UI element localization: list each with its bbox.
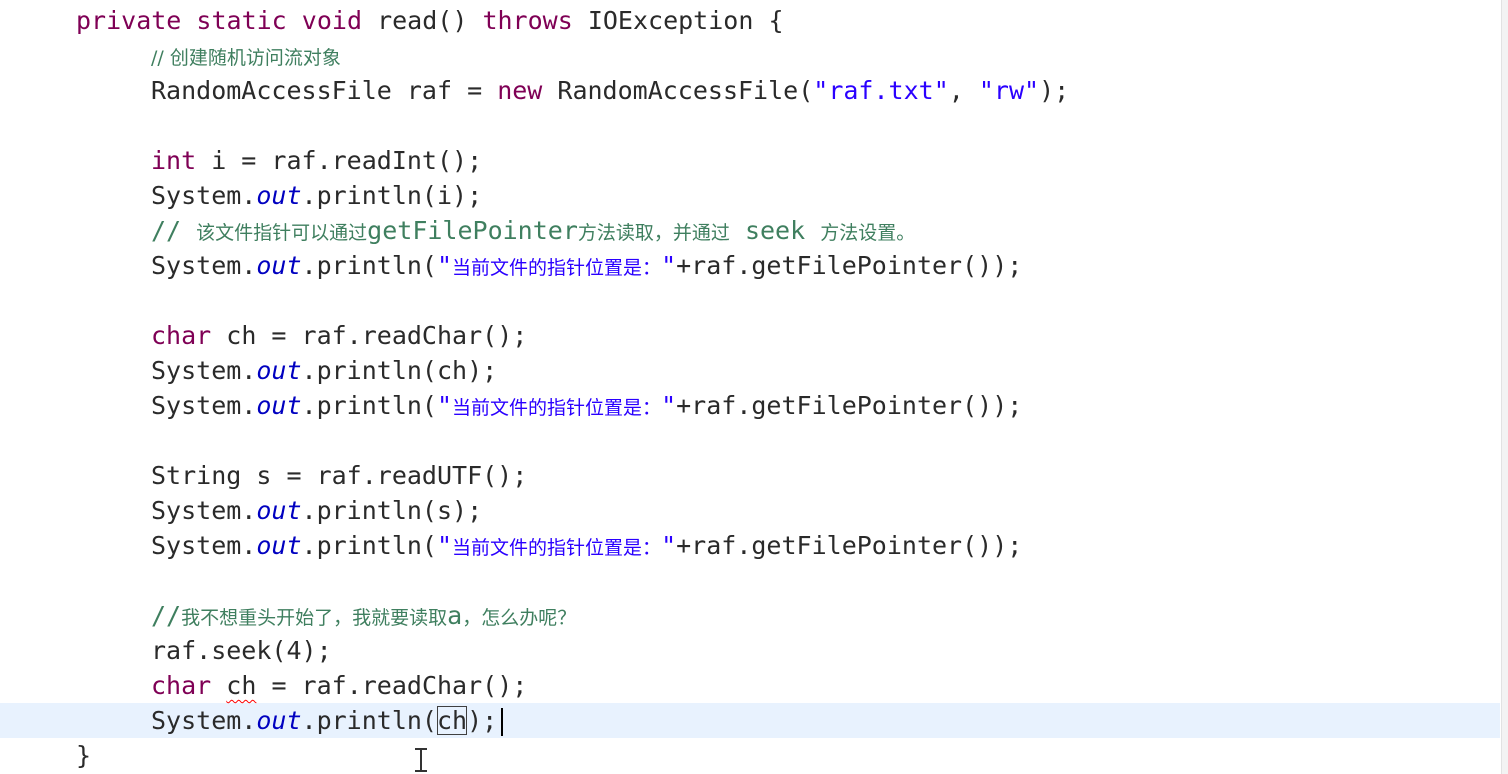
text-caret xyxy=(501,708,504,736)
code-line-println-pointer-1: System.out.println("当前文件的指针位置是："+raf.get… xyxy=(151,251,1023,280)
code-line-read-int: int i = raf.readInt(); xyxy=(151,146,483,175)
code-line-comment-create: // 创建随机访问流对象 xyxy=(151,47,341,69)
ibeam-cursor-icon xyxy=(415,748,427,772)
code-line-raf-declaration: RandomAccessFile raf = new RandomAccessF… xyxy=(151,76,1070,105)
code-line-comment-restart: //我不想重头开始了，我就要读取a，怎么办呢？ xyxy=(151,601,577,630)
error-squiggle[interactable]: ch xyxy=(226,671,256,700)
code-line-signature: private static void read() throws IOExce… xyxy=(76,6,784,35)
code-line-seek: raf.seek(4); xyxy=(151,636,332,665)
code-editor[interactable]: private static void read() throws IOExce… xyxy=(0,0,1508,774)
code-line-println-ch-current[interactable]: System.out.println(ch); xyxy=(76,703,504,738)
code-line-read-utf: String s = raf.readUTF(); xyxy=(151,461,528,490)
code-line-println-i: System.out.println(i); xyxy=(151,181,483,210)
code-line-read-char-2: char ch = raf.readChar(); xyxy=(151,671,528,700)
editor-right-border xyxy=(1501,0,1508,774)
selected-identifier[interactable]: ch xyxy=(436,706,468,735)
code-line-close-brace: } xyxy=(76,741,92,770)
code-line-println-ch: System.out.println(ch); xyxy=(151,356,498,385)
code-line-println-s: System.out.println(s); xyxy=(151,496,483,525)
code-line-println-pointer-3: System.out.println("当前文件的指针位置是："+raf.get… xyxy=(151,531,1023,560)
code-line-comment-pointer: // 该文件指针可以通过getFilePointer方法读取，并通过 seek … xyxy=(151,216,916,245)
code-line-read-char: char ch = raf.readChar(); xyxy=(151,321,528,350)
code-line-println-pointer-2: System.out.println("当前文件的指针位置是："+raf.get… xyxy=(151,391,1023,420)
